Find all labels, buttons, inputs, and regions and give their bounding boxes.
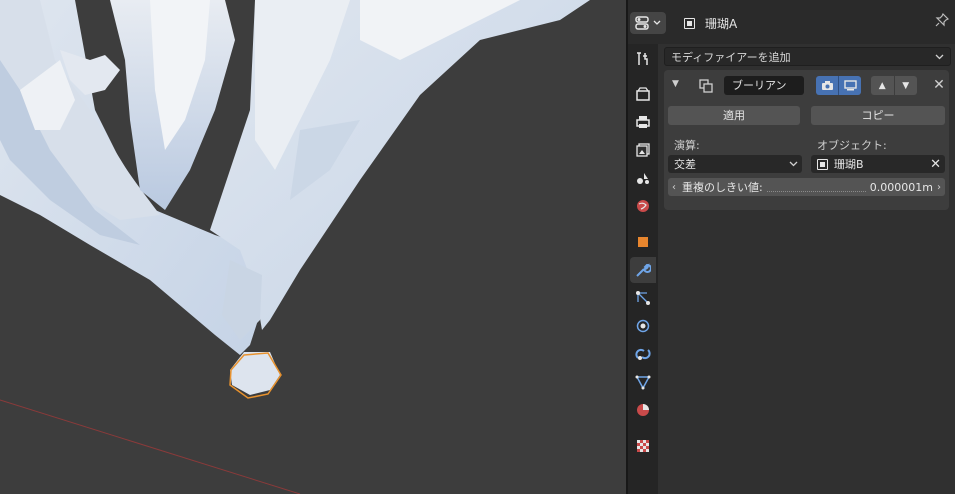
properties-editor-icon [635,16,649,30]
material-tab[interactable] [630,397,656,423]
object-icon [817,158,828,170]
collapse-toggle-icon[interactable]: ▼ [672,79,679,89]
pin-icon[interactable] [935,13,949,27]
x-axis-line [0,399,301,494]
object-field[interactable]: 珊瑚B ✕ [811,155,945,173]
view-layer-tab[interactable] [630,137,656,163]
operation-label: 演算: [674,139,700,152]
editor-type-button[interactable] [630,12,666,34]
render-icon [636,87,650,101]
clear-icon[interactable]: ✕ [930,157,941,172]
constraints-icon [635,348,651,360]
chevron-down-icon [653,20,661,25]
field-dots [766,183,866,192]
particles-icon [636,291,650,305]
render-toggle[interactable] [816,76,838,95]
boolean-modifier-icon [699,79,713,93]
viewport-toggle[interactable] [838,76,861,95]
increment-arrow-icon[interactable]: › [937,182,941,193]
scene-tab[interactable] [630,165,656,191]
object-icon [638,237,648,247]
properties-tabs [628,44,658,494]
chevron-down-icon [935,54,944,59]
texture-icon [637,440,649,452]
boolean-modifier-panel: ▼ ブーリアン ▲ ▼ ✕ 適用 コピー 演算: オブジェクト: 交差 珊瑚B … [664,70,949,210]
mesh-data-icon [635,375,651,390]
object-icon [684,18,695,29]
operation-select[interactable]: 交差 [668,155,802,173]
properties-header: 珊瑚A [628,0,955,44]
material-icon [637,404,649,416]
texture-tab[interactable] [630,433,656,459]
world-tab[interactable] [630,193,656,219]
wrench-icon [636,263,651,277]
constraints-tab[interactable] [630,341,656,367]
overlap-threshold-field[interactable]: ‹ 重複のしきい値: 0.000001m › [668,178,945,196]
apply-button[interactable]: 適用 [668,106,800,125]
object-value: 珊瑚B [834,158,864,171]
move-buttons: ▲ ▼ [871,76,917,95]
scene-icon [637,173,649,184]
move-up-button[interactable]: ▲ [871,76,894,95]
close-icon[interactable]: ✕ [932,76,946,95]
particles-tab[interactable] [630,285,656,311]
physics-icon [636,319,650,333]
output-icon [636,116,650,128]
render-tab[interactable] [630,81,656,107]
data-tab[interactable] [630,369,656,395]
object-tab[interactable] [630,229,656,255]
modifier-header: ▼ ブーリアン ▲ ▼ ✕ [664,74,949,98]
monitor-icon [843,80,857,91]
camera-icon [821,81,833,90]
overlap-threshold-value: 0.000001m [869,180,933,194]
physics-tab[interactable] [630,313,656,339]
tool-icon [637,52,648,65]
visibility-toggles [816,76,861,95]
operation-value: 交差 [674,158,696,171]
chevron-down-icon [789,161,798,167]
decrement-arrow-icon[interactable]: ‹ [672,182,676,193]
tool-tab[interactable] [630,46,656,72]
move-down-button[interactable]: ▼ [894,76,917,95]
overlap-threshold-label: 重複のしきい値: [682,181,763,194]
properties-editor: 珊瑚A モディファイアーを追加 ▼ ブーリアン ▲ ▼ ✕ 適用 コピー 演算:… [628,0,955,494]
output-tab[interactable] [630,109,656,135]
object-name: 珊瑚A [705,17,738,31]
coral-mesh [0,0,590,395]
add-modifier-dropdown[interactable]: モディファイアーを追加 [664,47,951,66]
world-icon [637,200,649,212]
object-label: オブジェクト: [817,139,887,152]
object-title: 珊瑚A [684,15,737,32]
add-modifier-label: モディファイアーを追加 [671,50,791,64]
modifier-tab[interactable] [630,257,656,283]
view-layer-icon [636,143,650,157]
3d-viewport[interactable] [0,0,626,494]
copy-button[interactable]: コピー [811,106,945,125]
modifier-name-field[interactable]: ブーリアン [724,76,804,95]
